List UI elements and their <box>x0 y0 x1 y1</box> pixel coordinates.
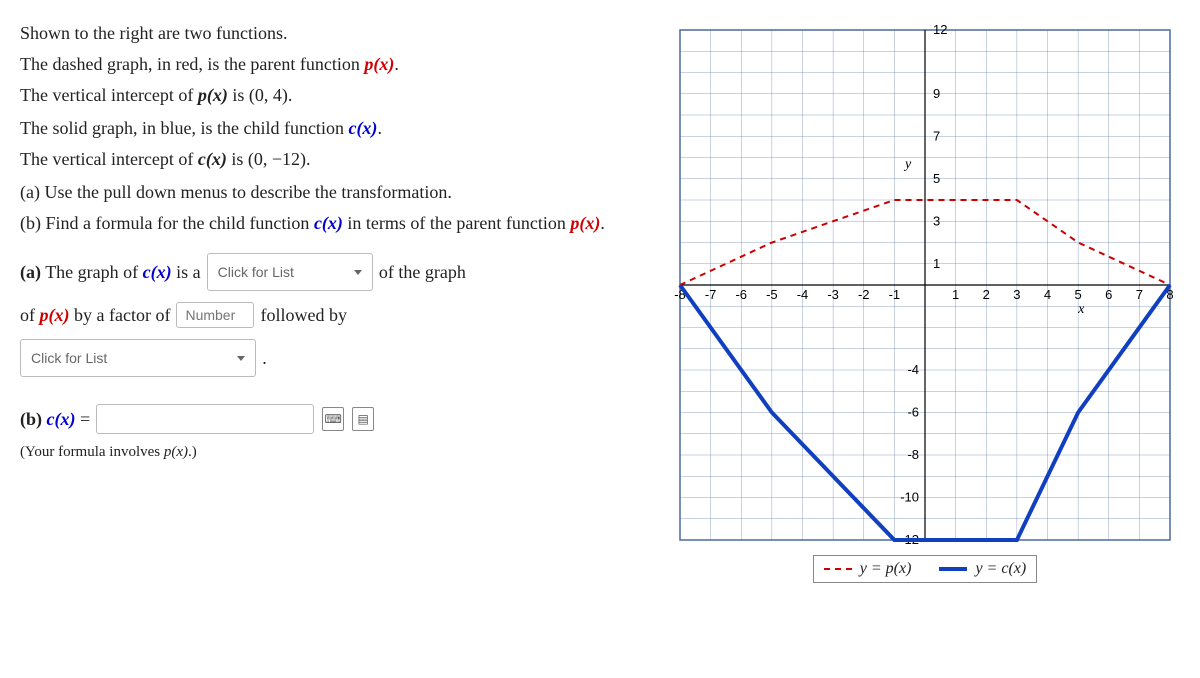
text: in terms of the parent function <box>343 213 570 233</box>
text: (b) Find a formula for the child functio… <box>20 213 314 233</box>
intro-line-5: The vertical intercept of c(x) is (0, −1… <box>20 146 650 173</box>
svg-text:3: 3 <box>933 213 940 228</box>
dropdown-placeholder: Click for List <box>218 258 294 286</box>
svg-text:5: 5 <box>933 171 940 186</box>
part-a-row-2: of p(x) by a factor of followed by <box>20 297 650 333</box>
cx-ref: c(x) <box>143 262 172 282</box>
text: . <box>394 54 399 74</box>
text: The dashed graph, in red, is the parent … <box>20 54 364 74</box>
text: = <box>75 409 90 429</box>
cx-ref: c(x) <box>47 409 76 429</box>
part-b-row: (b) c(x) = ⌨ ▤ <box>20 401 650 437</box>
text: of the graph <box>379 254 466 290</box>
chevron-down-icon <box>237 356 245 361</box>
function-chart: -8-7-6-5-4-3-2-112345678-12-10-8-6-41357… <box>670 20 1180 550</box>
px-ref: p(x) <box>570 213 600 233</box>
svg-text:-6: -6 <box>907 405 919 420</box>
cx-ref: c(x) <box>314 213 343 233</box>
svg-text:-1: -1 <box>889 287 901 302</box>
svg-text:y: y <box>903 157 912 172</box>
text: The vertical intercept of <box>20 149 198 169</box>
intro-line-2: The dashed graph, in red, is the parent … <box>20 51 650 78</box>
factor-input[interactable] <box>176 302 254 328</box>
svg-text:4: 4 <box>1044 287 1051 302</box>
cx-ref: c(x) <box>198 149 227 169</box>
svg-text:3: 3 <box>1013 287 1020 302</box>
svg-text:-3: -3 <box>827 287 839 302</box>
svg-text:-6: -6 <box>735 287 747 302</box>
text: . <box>262 340 267 376</box>
preview-icon[interactable]: ▤ <box>352 407 374 431</box>
text: is (0, −12). <box>227 149 311 169</box>
svg-text:7: 7 <box>933 128 940 143</box>
svg-text:-5: -5 <box>766 287 778 302</box>
intro-line-3: The vertical intercept of p(x) is (0, 4)… <box>20 82 650 109</box>
intro-line-4: The solid graph, in blue, is the child f… <box>20 115 650 142</box>
px-ref: p(x) <box>40 305 70 325</box>
text: is (0, 4). <box>228 85 293 105</box>
intro-line-1: Shown to the right are two functions. <box>20 20 650 47</box>
dropdown-placeholder: Click for List <box>31 344 107 372</box>
text: The solid graph, in blue, is the child f… <box>20 118 348 138</box>
legend-label-px: y = p(x) <box>860 560 912 578</box>
svg-text:9: 9 <box>933 86 940 101</box>
cx-ref: c(x) <box>348 118 377 138</box>
part-a-label: (a) <box>20 262 41 282</box>
svg-text:-4: -4 <box>907 362 919 377</box>
px-ref: p(x) <box>364 54 394 74</box>
svg-text:-7: -7 <box>705 287 717 302</box>
svg-text:1: 1 <box>952 287 959 302</box>
svg-text:12: 12 <box>933 22 947 37</box>
transformation-type-dropdown[interactable]: Click for List <box>207 253 373 291</box>
svg-text:-2: -2 <box>858 287 870 302</box>
legend-swatch-px <box>824 568 852 570</box>
text: The vertical intercept of <box>20 85 198 105</box>
svg-text:1: 1 <box>933 256 940 271</box>
svg-text:-10: -10 <box>900 490 919 505</box>
text: is a <box>172 262 201 282</box>
chart-legend: y = p(x) y = c(x) <box>813 555 1037 583</box>
chevron-down-icon <box>354 270 362 275</box>
text: followed by <box>260 297 346 333</box>
part-a-row-3: Click for List . <box>20 339 650 377</box>
svg-text:5: 5 <box>1075 287 1082 302</box>
text: (Your formula involves <box>20 444 164 460</box>
text: of <box>20 305 40 325</box>
svg-text:x: x <box>1077 302 1085 317</box>
svg-text:-8: -8 <box>907 447 919 462</box>
formula-input[interactable] <box>96 404 314 434</box>
part-a-row-1: (a) The graph of c(x) is a Click for Lis… <box>20 253 650 291</box>
part-b-label: (b) <box>20 409 42 429</box>
text: . <box>600 213 605 233</box>
text: .) <box>188 444 197 460</box>
task-b: (b) Find a formula for the child functio… <box>20 210 650 237</box>
text: The graph of <box>45 262 142 282</box>
task-a: (a) Use the pull down menus to describe … <box>20 179 650 206</box>
legend-label-cx: y = c(x) <box>975 560 1026 578</box>
legend-swatch-cx <box>939 567 967 571</box>
text: by a factor of <box>70 305 171 325</box>
svg-text:7: 7 <box>1136 287 1143 302</box>
px-ref: p(x) <box>164 444 188 460</box>
equation-editor-icon[interactable]: ⌨ <box>322 407 344 431</box>
formula-hint: (Your formula involves p(x).) <box>20 441 650 464</box>
px-ref: p(x) <box>198 85 228 105</box>
followed-by-dropdown[interactable]: Click for List <box>20 339 256 377</box>
svg-text:2: 2 <box>983 287 990 302</box>
svg-text:6: 6 <box>1105 287 1112 302</box>
text: . <box>377 118 382 138</box>
svg-text:-4: -4 <box>797 287 809 302</box>
